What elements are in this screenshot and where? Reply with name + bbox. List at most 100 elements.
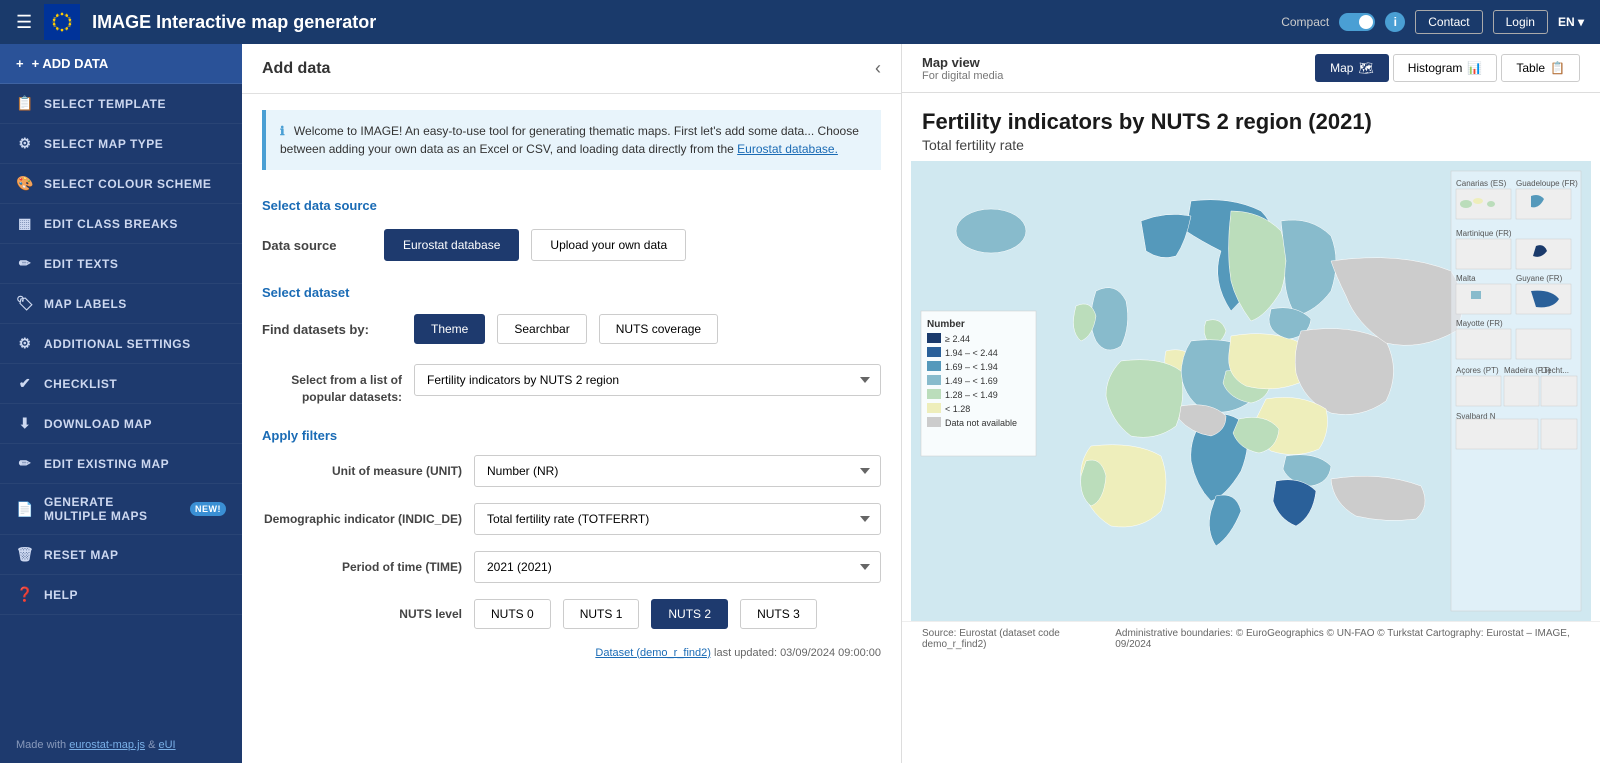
time-dropdown[interactable]: 2021 (2021) (474, 551, 881, 583)
checklist-icon: ✔ (16, 375, 34, 392)
svg-text:Guyane (FR): Guyane (FR) (1516, 274, 1563, 283)
nuts-level-label: NUTS level (262, 607, 462, 621)
unit-dropdown[interactable]: Number (NR) (474, 455, 881, 487)
main-layout: + + ADD DATA 📋 SELECT TEMPLATE ⚙ SELECT … (0, 44, 1600, 763)
panel-header: Add data ‹ (242, 44, 901, 94)
app-title: IMAGE Interactive map generator (92, 12, 376, 33)
sidebar-item-select-colour-scheme[interactable]: 🎨 SELECT COLOUR SCHEME (0, 164, 242, 204)
sidebar-label-generate-multiple-maps: GENERATE MULTIPLE MAPS (44, 495, 176, 523)
unit-label: Unit of measure (UNIT) (262, 464, 462, 478)
svg-text:Malta: Malta (1456, 274, 1476, 283)
contact-button[interactable]: Contact (1415, 10, 1482, 34)
topbar-right: Compact i Contact Login EN ▾ (1281, 10, 1584, 34)
sidebar-item-select-map-type[interactable]: ⚙ SELECT MAP TYPE (0, 124, 242, 164)
compact-label: Compact (1281, 15, 1329, 29)
sidebar-item-generate-multiple-maps[interactable]: 📄 GENERATE MULTIPLE MAPS NEW! (0, 484, 242, 535)
sidebar-item-reset-map[interactable]: 🗑 RESET MAP (0, 535, 242, 575)
eurostat-database-button[interactable]: Eurostat database (384, 229, 519, 261)
sidebar-item-edit-texts[interactable]: ✏ EDIT TEXTS (0, 244, 242, 284)
upload-own-data-button[interactable]: Upload your own data (531, 229, 686, 261)
nuts-coverage-tab-button[interactable]: NUTS coverage (599, 314, 718, 344)
panel-title: Add data (262, 60, 330, 78)
colour-scheme-icon: 🎨 (16, 175, 34, 192)
sidebar-label-select-template: SELECT TEMPLATE (44, 97, 166, 111)
sidebar-label-additional-settings: ADDITIONAL SETTINGS (44, 337, 191, 351)
info-box: ℹ Welcome to IMAGE! An easy-to-use tool … (262, 110, 881, 170)
map-tab-button[interactable]: Map 🗺 (1315, 54, 1389, 82)
sidebar-label-edit-existing-map: EDIT EXISTING MAP (44, 457, 169, 471)
nuts-3-button[interactable]: NUTS 3 (740, 599, 817, 629)
svg-text:Açores (PT): Açores (PT) (1456, 366, 1499, 375)
for-digital-media-label: For digital media (922, 70, 1003, 82)
nuts-2-button[interactable]: NUTS 2 (651, 599, 728, 629)
eurostat-map-link[interactable]: eurostat-map.js (69, 739, 145, 751)
table-tab-button[interactable]: Table 📋 (1501, 54, 1580, 82)
sidebar-label-select-colour-scheme: SELECT COLOUR SCHEME (44, 177, 211, 191)
theme-tab-button[interactable]: Theme (414, 314, 485, 344)
generate-multiple-maps-icon: 📄 (16, 501, 34, 518)
nuts-1-button[interactable]: NUTS 1 (563, 599, 640, 629)
select-list-row: Select from a list of popular datasets: … (242, 354, 901, 416)
sidebar-item-checklist[interactable]: ✔ CHECKLIST (0, 364, 242, 404)
searchbar-tab-button[interactable]: Searchbar (497, 314, 586, 344)
sidebar-footer: Made with eurostat-map.js & eUI (0, 727, 242, 763)
svg-text:Guadeloupe (FR): Guadeloupe (FR) (1516, 179, 1578, 188)
map-tab-label: Map (1330, 61, 1353, 75)
hamburger-icon[interactable]: ☰ (16, 12, 32, 33)
sidebar: + + ADD DATA 📋 SELECT TEMPLATE ⚙ SELECT … (0, 44, 242, 763)
content-area: Add data ‹ ℹ Welcome to IMAGE! An easy-t… (242, 44, 1600, 763)
find-datasets-label: Find datasets by: (262, 322, 402, 337)
sidebar-label-edit-class-breaks: EDIT CLASS BREAKS (44, 217, 178, 231)
dataset-updated: last updated: 03/09/2024 09:00:00 (714, 647, 881, 659)
sidebar-label-help: HELP (44, 588, 78, 602)
svg-text:1.49 – < 1.69: 1.49 – < 1.69 (945, 376, 998, 386)
map-header-left: Map view For digital media (922, 55, 1003, 82)
map-tab-icon: 🗺 (1358, 61, 1373, 75)
panel-collapse-button[interactable]: ‹ (875, 58, 881, 79)
svg-text:Mayotte (FR): Mayotte (FR) (1456, 319, 1503, 328)
login-button[interactable]: Login (1493, 10, 1548, 34)
nuts-0-button[interactable]: NUTS 0 (474, 599, 551, 629)
template-icon: 📋 (16, 95, 34, 112)
svg-text:Data not available: Data not available (945, 418, 1017, 428)
demographic-indicator-row: Demographic indicator (INDIC_DE) Total f… (242, 495, 901, 543)
add-data-sidebar-button[interactable]: + + ADD DATA (0, 44, 242, 84)
sidebar-label-edit-texts: EDIT TEXTS (44, 257, 118, 271)
demographic-dropdown[interactable]: Total fertility rate (TOTFERRT) (474, 503, 881, 535)
add-data-panel: Add data ‹ ℹ Welcome to IMAGE! An easy-t… (242, 44, 902, 763)
map-main-title: Fertility indicators by NUTS 2 region (2… (922, 109, 1580, 135)
sidebar-item-additional-settings[interactable]: ⚙ ADDITIONAL SETTINGS (0, 324, 242, 364)
svg-text:1.94 – < 2.44: 1.94 – < 2.44 (945, 348, 998, 358)
sidebar-label-download-map: DOWNLOAD MAP (44, 417, 152, 431)
compact-toggle[interactable] (1339, 13, 1375, 31)
sidebar-item-edit-existing-map[interactable]: ✏ EDIT EXISTING MAP (0, 444, 242, 484)
dataset-footer: Dataset (demo_r_find2) last updated: 03/… (242, 637, 901, 669)
apply-filters-section: Apply filters (242, 420, 901, 447)
data-source-label: Data source (262, 238, 372, 253)
svg-text:< 1.28: < 1.28 (945, 404, 970, 414)
info-icon-box: ℹ (280, 124, 285, 138)
reset-map-icon: 🗑 (16, 546, 34, 563)
sidebar-label-select-map-type: SELECT MAP TYPE (44, 137, 163, 151)
data-source-row: Data source Eurostat database Upload you… (242, 217, 901, 273)
eu-flag-logo (44, 4, 80, 40)
dataset-link[interactable]: Dataset (demo_r_find2) (595, 647, 711, 659)
eurostat-database-link[interactable]: Eurostat database. (737, 142, 838, 156)
edit-existing-map-icon: ✏ (16, 455, 34, 472)
eui-link[interactable]: eUI (158, 739, 175, 751)
histogram-tab-button[interactable]: Histogram 📊 (1393, 54, 1498, 82)
dataset-dropdown[interactable]: Fertility indicators by NUTS 2 region (414, 364, 881, 396)
sidebar-item-map-labels[interactable]: 🏷 MAP LABELS (0, 284, 242, 324)
info-icon[interactable]: i (1385, 12, 1405, 32)
language-selector[interactable]: EN ▾ (1558, 15, 1584, 29)
sidebar-item-edit-class-breaks[interactable]: ▦ EDIT CLASS BREAKS (0, 204, 242, 244)
sidebar-item-help[interactable]: ❓ HELP (0, 575, 242, 615)
class-breaks-icon: ▦ (16, 215, 34, 232)
sidebar-item-download-map[interactable]: ⬇ DOWNLOAD MAP (0, 404, 242, 444)
sidebar-label-checklist: CHECKLIST (44, 377, 117, 391)
select-dataset-section: Select dataset (242, 277, 901, 304)
topbar-left: ☰ (16, 4, 376, 40)
new-badge: NEW! (190, 502, 226, 516)
map-view-tabs: Map 🗺 Histogram 📊 Table 📋 (1315, 54, 1580, 82)
sidebar-item-select-template[interactable]: 📋 SELECT TEMPLATE (0, 84, 242, 124)
